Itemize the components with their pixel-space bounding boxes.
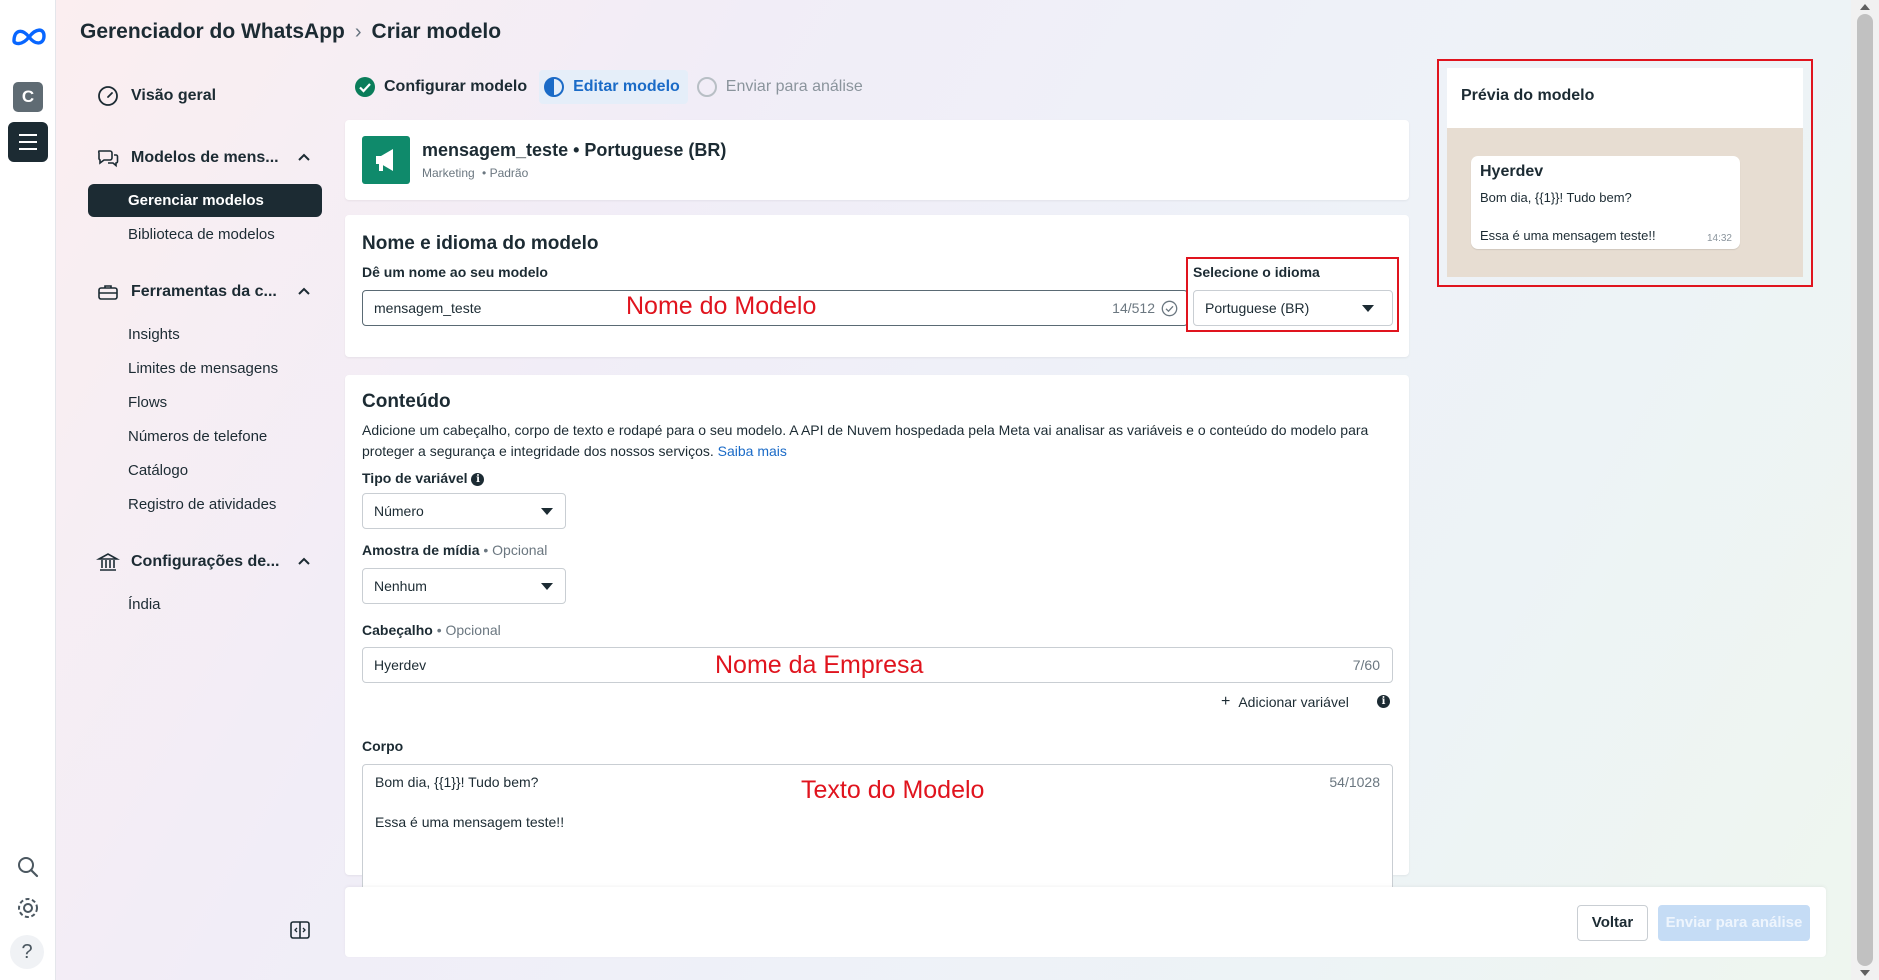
sidebar-item-overview[interactable]: Visão geral	[96, 79, 311, 113]
variable-type-label: Tipo de variável i	[362, 470, 485, 486]
page-scrollbar[interactable]	[1851, 0, 1879, 980]
back-button[interactable]: Voltar	[1577, 905, 1648, 941]
menu-icon[interactable]	[8, 122, 48, 162]
button-label: Adicionar variável	[1238, 694, 1349, 710]
chevron-up-icon[interactable]	[297, 284, 311, 298]
toolbox-icon	[98, 285, 118, 300]
chevron-up-icon[interactable]	[297, 554, 311, 568]
sidebar-item-insights[interactable]: Insights	[128, 326, 180, 343]
help-icon[interactable]: ?	[10, 935, 44, 969]
check-circle-icon	[355, 77, 375, 97]
step-edit[interactable]: Editar modelo	[539, 70, 688, 104]
description-text: Adicione um cabeçalho, corpo de texto e …	[362, 422, 1369, 438]
plus-icon: +	[1221, 693, 1231, 710]
media-sample-select[interactable]: Nenhum	[362, 568, 566, 604]
info-icon[interactable]: i	[1377, 695, 1390, 708]
step-label: Configurar modelo	[384, 78, 528, 95]
sidebar-item-message-limits[interactable]: Limites de mensagens	[128, 360, 278, 377]
media-sample-label: Amostra de mídia • Opcional	[362, 542, 547, 558]
gear-icon[interactable]	[14, 894, 42, 922]
variable-type-select[interactable]: Número	[362, 493, 566, 529]
template-header-card: mensagem_teste • Portuguese (BR) Marketi…	[345, 120, 1409, 200]
char-counter: 7/60	[1352, 657, 1380, 673]
caret-down-icon	[541, 508, 553, 515]
sidebar-group-label: Configurações de...	[131, 553, 280, 570]
body-text-line: Bom dia, {{1}}! Tudo bem?	[375, 774, 539, 790]
header-label: Cabeçalho • Opcional	[362, 622, 501, 638]
chevron-up-icon[interactable]	[297, 150, 311, 164]
template-category: Marketing	[422, 166, 475, 180]
annotation-template-text: Texto do Modelo	[801, 776, 985, 804]
body-text-line: Essa é uma mensagem teste!!	[375, 814, 565, 830]
check-circle-outline-icon	[1161, 300, 1178, 317]
stepper: Configurar modelo Editar modelo Enviar p…	[350, 70, 875, 104]
highlight-box-preview	[1437, 59, 1813, 287]
char-counter: 14/512	[1112, 300, 1155, 316]
sidebar-item-phone-numbers[interactable]: Números de telefone	[128, 428, 267, 445]
label-text: Tipo de variável	[362, 470, 468, 486]
name-label: Dê um nome ao seu modelo	[362, 264, 548, 280]
page-title: Criar modelo	[371, 20, 502, 43]
icon-rail: C ?	[0, 0, 56, 980]
collapse-sidebar-icon[interactable]	[289, 919, 311, 941]
label-text: Cabeçalho	[362, 622, 433, 638]
info-icon[interactable]: i	[471, 472, 485, 486]
sidebar-group-label: Ferramentas da c...	[131, 283, 277, 300]
account-avatar[interactable]: C	[13, 82, 43, 112]
chat-bubbles-icon	[97, 150, 119, 168]
body-label: Corpo	[362, 738, 404, 754]
megaphone-icon	[362, 136, 410, 184]
section-title: Conteúdo	[362, 391, 451, 412]
sidebar-group-tools[interactable]: Ferramentas da c...	[96, 275, 311, 309]
sidebar-group-label: Modelos de mens...	[131, 149, 279, 166]
highlight-box-language	[1186, 257, 1399, 332]
scrollbar-thumb[interactable]	[1857, 14, 1873, 966]
sidebar-item-flows[interactable]: Flows	[128, 394, 167, 411]
step-configure[interactable]: Configurar modelo	[350, 70, 535, 104]
select-value: Número	[374, 503, 424, 519]
learn-more-link[interactable]: Saiba mais	[718, 443, 787, 459]
template-name: mensagem_teste • Portuguese (BR)	[422, 140, 727, 160]
section-title: Nome e idioma do modelo	[362, 233, 599, 254]
half-circle-icon	[544, 77, 565, 97]
chevron-right-icon: ›	[354, 20, 362, 43]
input-value: Hyerdev	[374, 657, 427, 673]
scroll-down-arrow-icon[interactable]	[1860, 970, 1870, 976]
char-counter: 54/1028	[1329, 774, 1380, 790]
select-value: Nenhum	[374, 578, 427, 594]
step-label: Editar modelo	[573, 78, 680, 95]
empty-circle-icon	[696, 77, 717, 97]
input-value: mensagem_teste	[374, 300, 482, 316]
search-icon[interactable]	[14, 853, 42, 881]
template-type: • Padrão	[482, 166, 529, 180]
label-text: Amostra de mídia	[362, 542, 480, 558]
sidebar-item-activity-log[interactable]: Registro de atividades	[128, 496, 276, 513]
description-text: proteger a segurança e integridade dos n…	[362, 443, 714, 459]
optional-tag: • Opcional	[483, 542, 548, 558]
sidebar-item-india[interactable]: Índia	[128, 596, 161, 613]
sidebar-item-catalog[interactable]: Catálogo	[128, 462, 188, 479]
optional-tag: • Opcional	[436, 622, 501, 638]
annotation-company-name: Nome da Empresa	[715, 651, 924, 679]
sidebar-item-manage-templates[interactable]: Gerenciar modelos	[88, 184, 322, 217]
sidebar-group-templates[interactable]: Modelos de mens...	[96, 141, 311, 175]
footer-bar: Voltar Enviar para análise	[345, 887, 1826, 957]
submit-for-review-button[interactable]: Enviar para análise	[1658, 905, 1810, 941]
content-description: Adicione um cabeçalho, corpo de texto e …	[362, 420, 1402, 462]
add-variable-button[interactable]: + Adicionar variável	[1221, 693, 1349, 711]
meta-logo-icon[interactable]	[10, 24, 48, 48]
sidebar-item-label: Visão geral	[131, 87, 217, 104]
gauge-icon	[98, 86, 118, 106]
breadcrumb: Gerenciador do WhatsApp › Criar modelo	[80, 20, 501, 44]
annotation-template-name: Nome do Modelo	[626, 292, 817, 320]
breadcrumb-parent[interactable]: Gerenciador do WhatsApp	[80, 20, 345, 44]
sidebar-item-template-library[interactable]: Biblioteca de modelos	[128, 226, 275, 243]
caret-down-icon	[541, 583, 553, 590]
sidebar-group-settings[interactable]: Configurações de...	[96, 545, 311, 579]
bank-icon	[96, 553, 120, 571]
step-label: Enviar para análise	[725, 78, 863, 95]
scroll-up-arrow-icon[interactable]	[1860, 4, 1870, 10]
step-submit[interactable]: Enviar para análise	[692, 70, 871, 104]
